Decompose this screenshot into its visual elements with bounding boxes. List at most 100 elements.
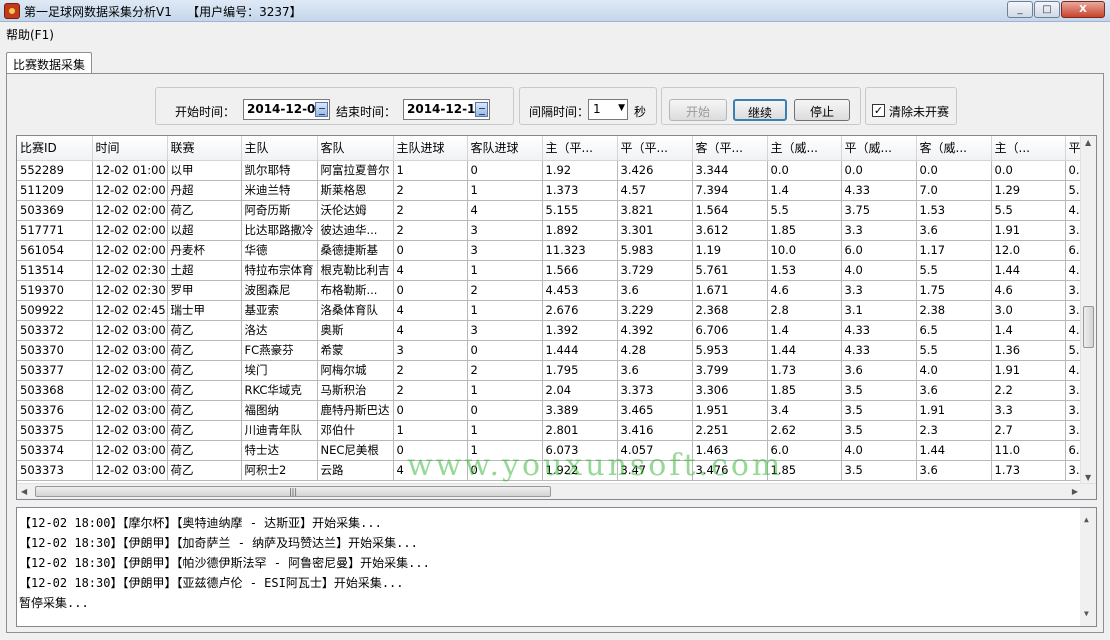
table-cell: 洛桑体育队 [317,300,394,321]
column-header[interactable]: 客（平... [692,136,768,161]
table-cell: 511209 [17,180,93,201]
table-cell: 3.5 [841,400,917,421]
table-cell: 土超 [167,260,242,281]
table-cell: 2.801 [542,420,618,441]
table-cell: 埃门 [241,360,318,381]
end-date-picker[interactable]: 2014-12-15 [403,99,490,120]
start-button[interactable]: 开始 [669,99,727,121]
table-row[interactable]: 503375 12-02 03:00 荷乙 川迪青年队 邓伯什 1 1 2.801 3.416 2… [17,420,1096,441]
table-cell: 0.0 [916,160,992,181]
column-header[interactable]: 联赛 [167,136,242,161]
horizontal-scroll-thumb[interactable]: ||| [35,486,551,497]
scroll-up-icon[interactable]: ▲ [1085,138,1091,147]
scroll-right-icon[interactable]: ▶ [1072,487,1078,496]
table-row[interactable]: 503376 12-02 03:00 荷乙 福图纳 鹿特丹斯巴达 0 0 3.389 3.465… [17,400,1096,421]
table-cell: 云路 [317,460,394,481]
table-row[interactable]: 519370 12-02 02:30 罗甲 波图森尼 布格勒斯... 0 2 4.453 3.6… [17,280,1096,301]
vertical-scrollbar[interactable]: ▲ ▼ [1080,136,1096,484]
start-time-label: 开始时间： [175,105,236,119]
table-cell: 0 [393,280,468,301]
table-cell: 1.44 [916,440,992,461]
scroll-down-icon[interactable]: ▼ [1085,473,1091,482]
app-logo-icon [4,3,20,19]
table-cell: 503370 [17,340,93,361]
table-row[interactable]: 503372 12-02 03:00 荷乙 洛达 奥斯 4 3 1.392 4.392 6.706… [17,320,1096,341]
table-cell: 阿积士2 [241,460,318,481]
table-cell: 12-02 03:00 [92,460,168,481]
table-cell: 1.795 [542,360,618,381]
table-cell: 2 [467,360,543,381]
column-header[interactable]: 主（平... [542,136,618,161]
column-header[interactable]: 主（威... [767,136,842,161]
close-button[interactable]: X [1061,1,1105,18]
table-row[interactable]: 509922 12-02 02:45 瑞士甲 基亚索 洛桑体育队 4 1 2.676 3.229… [17,300,1096,321]
column-header[interactable]: 平（威... [841,136,917,161]
stop-button[interactable]: 停止 [794,99,850,121]
table-row[interactable]: 503369 12-02 02:00 荷乙 阿奇历斯 沃伦达姆 2 4 5.155 3.821 1… [17,200,1096,221]
table-row[interactable]: 552289 12-02 01:00 以甲 凯尔耶特 阿富拉夏普尔 1 0 1.92 3.426… [17,160,1096,181]
continue-button[interactable]: 继续 [733,99,787,121]
table-row[interactable]: 503370 12-02 03:00 荷乙 FC燕豪芬 希蒙 3 0 1.444 4.28 5.9… [17,340,1096,361]
column-header[interactable]: 客（威... [916,136,992,161]
end-date-value: 2014-12-15 [407,102,484,116]
scroll-up-icon[interactable]: ▲ [1084,510,1089,530]
calendar-icon[interactable] [315,102,328,117]
table-cell: 5.5 [916,340,992,361]
table-cell: 1.4 [767,320,842,341]
scroll-down-icon[interactable]: ▼ [1084,604,1089,624]
chevron-down-icon[interactable]: ▼ [618,103,625,113]
table-cell: 3.344 [692,160,768,181]
maximize-button[interactable]: □ [1034,1,1060,18]
table-row[interactable]: 513514 12-02 02:30 土超 特拉布宗体育 根克勒比利吉 4 1 1.566 3.… [17,260,1096,281]
table-row[interactable]: 517771 12-02 02:00 以超 比达耶路撒冷 彼达迪华... 2 3 1.892 3… [17,220,1096,241]
column-header[interactable]: 时间 [92,136,168,161]
table-row[interactable]: 503377 12-02 03:00 荷乙 埃门 阿梅尔城 2 2 1.795 3.6 3.799… [17,360,1096,381]
table-row[interactable]: 561054 12-02 02:00 丹麦杯 华德 桑德捷斯基 0 3 11.323 5.983… [17,240,1096,261]
table-cell: 2.38 [916,300,992,321]
table-row[interactable]: 511209 12-02 02:00 丹超 米迪兰特 斯莱格恩 2 1 1.373 4.57 7.… [17,180,1096,201]
table-row[interactable]: 503368 12-02 03:00 荷乙 RKC华域克 马斯积治 2 1 2.04 3.373… [17,380,1096,401]
tab-match-data[interactable]: 比赛数据采集 [6,52,93,74]
table-cell: 509922 [17,300,93,321]
table-cell: 3.5 [841,380,917,401]
column-header[interactable]: 客队 [317,136,394,161]
horizontal-scrollbar[interactable]: ◀ ||| ▶ [17,483,1096,499]
table-cell: 3.373 [617,380,693,401]
table-cell: 5.761 [692,260,768,281]
column-header[interactable]: 主队 [241,136,318,161]
column-header[interactable]: 主队进球 [393,136,468,161]
table-cell: 2.7 [991,420,1066,441]
start-date-value: 2014-12-01 [247,102,324,116]
column-header[interactable]: 客队进球 [467,136,543,161]
clear-unstarted-checkbox[interactable]: ✓ [872,104,885,117]
table-cell: 以超 [167,220,242,241]
table-cell: 11.323 [542,240,618,261]
table-cell: 7.0 [916,180,992,201]
table-cell: 3.6 [916,460,992,481]
table-cell: 1.92 [542,160,618,181]
table-body: 552289 12-02 01:00 以甲 凯尔耶特 阿富拉夏普尔 1 0 1.92 3.426… [17,160,1096,481]
table-cell: 4.6 [991,280,1066,301]
calendar-icon[interactable] [475,102,488,117]
table-cell: 布格勒斯... [317,280,394,301]
column-header[interactable]: 比赛ID [17,136,93,161]
column-header[interactable]: 主（... [991,136,1066,161]
scroll-left-icon[interactable]: ◀ [21,487,27,496]
log-scrollbar[interactable]: ▲ ▼ [1080,508,1096,626]
table-cell: 517771 [17,220,93,241]
table-cell: 福图纳 [241,400,318,421]
table-cell: 华德 [241,240,318,261]
vertical-scroll-thumb[interactable] [1083,306,1094,348]
table-cell: 1.75 [916,280,992,301]
table-cell: 3.0 [991,300,1066,321]
start-date-picker[interactable]: 2014-12-01 [243,99,330,120]
log-output[interactable]: 【12-02 18:00】【摩尔杯】【奥特迪纳摩 - 达斯亚】开始采集... 【… [16,507,1097,627]
table-cell: 3 [467,220,543,241]
table-cell: 丹麦杯 [167,240,242,261]
match-data-grid: 比赛ID 时间 联赛 主队 客队 主队进球 客队进球 主（平... 平（平... 客（平... 主（… [16,135,1097,500]
column-header[interactable]: 平（平... [617,136,693,161]
minimize-button[interactable]: _ [1007,1,1033,18]
table-cell: 3.426 [617,160,693,181]
menu-help[interactable]: 帮助(F1) [6,26,54,43]
interval-select[interactable]: 1 ▼ [588,99,628,120]
